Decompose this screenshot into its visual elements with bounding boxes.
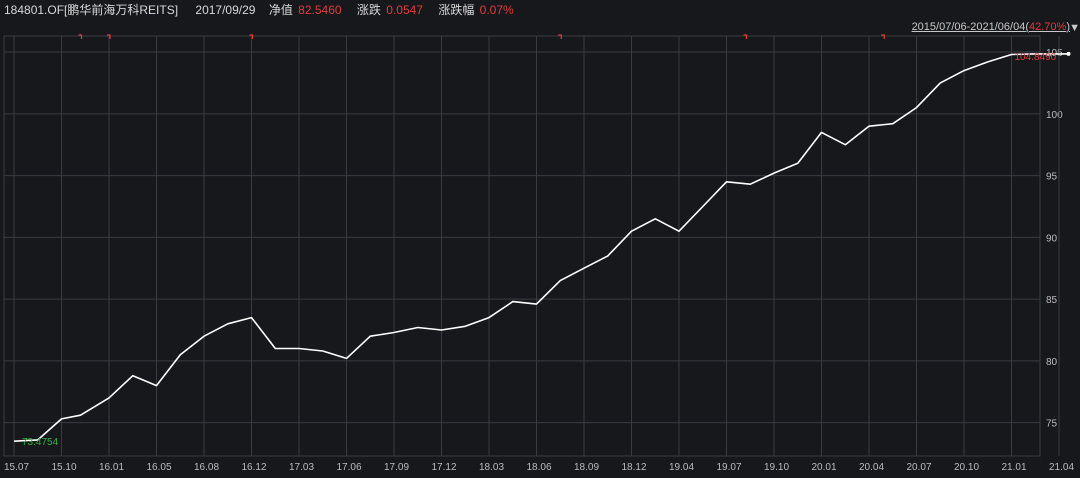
x-tick-label: 17.06 [337, 462, 362, 473]
x-tick-label: 21.04 [1049, 462, 1074, 473]
x-tick-label: 18.09 [574, 462, 599, 473]
x-tick-label: 15.10 [52, 462, 77, 473]
y-tick-label: 95 [1046, 172, 1058, 183]
nav-series-line [13, 53, 1069, 442]
first-value-label: 73.4754 [22, 437, 59, 448]
y-tick-label: 80 [1046, 357, 1058, 368]
x-tick-label: 18.12 [622, 462, 647, 473]
x-tick-label: 16.12 [242, 462, 267, 473]
plot-frame [3, 35, 1041, 457]
dividend-marker-icon[interactable] [558, 34, 562, 39]
x-tick-label: 16.08 [194, 462, 219, 473]
y-tick-label: 85 [1046, 295, 1058, 306]
chart-window: 184801.OF[鹏华前海万科REITS] 2017/09/29 净值 82.… [0, 0, 1080, 478]
x-tick-label: 19.10 [764, 462, 789, 473]
y-tick-label: 75 [1046, 419, 1058, 430]
x-tick-label: 17.03 [289, 462, 314, 473]
x-tick-label: 18.03 [479, 462, 504, 473]
y-tick-label: 100 [1046, 110, 1063, 121]
x-tick-label: 17.12 [432, 462, 457, 473]
x-tick-label: 20.07 [907, 462, 932, 473]
x-tick-label: 18.06 [527, 462, 552, 473]
x-tick-label: 19.07 [717, 462, 742, 473]
last-point-marker [1066, 51, 1071, 56]
x-tick-label: 17.09 [384, 462, 409, 473]
x-tick-label: 21.01 [1002, 462, 1027, 473]
last-value-label: 104.8490 [1015, 52, 1057, 63]
x-tick-label: 20.10 [954, 462, 979, 473]
x-tick-label: 16.05 [147, 462, 172, 473]
y-tick-label: 90 [1046, 233, 1058, 244]
x-tick-label: 20.04 [859, 462, 884, 473]
line-chart[interactable]: 758085909510010515.07 15.10 16.01 16.05 16.0… [0, 0, 1080, 478]
x-tick-label: 15.07 [4, 462, 29, 473]
dividend-marker-icon[interactable] [78, 34, 83, 39]
x-tick-label: 20.01 [812, 462, 837, 473]
x-tick-label: 16.01 [99, 462, 124, 473]
dividend-marker-icon[interactable] [743, 34, 748, 39]
x-tick-label: 19.04 [669, 462, 694, 473]
dividend-marker-icon[interactable] [881, 34, 885, 39]
